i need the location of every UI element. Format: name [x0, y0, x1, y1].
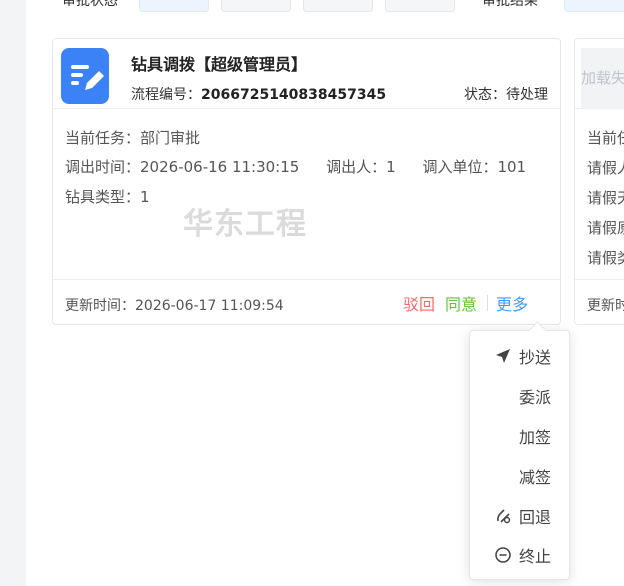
current-task-value: 部门审批 — [140, 129, 201, 147]
more-button[interactable]: 更多 — [496, 291, 528, 315]
divider — [53, 279, 560, 280]
filter-chip-all[interactable] — [139, 0, 209, 12]
minus-circle-icon — [493, 545, 513, 565]
out-person: 调出人：1 — [326, 156, 396, 177]
process-card[interactable]: 钻具调拨【超级管理员】 流程编号：2066725140838457345 状态：… — [52, 38, 561, 325]
transfer-info-row: 调出时间：2026-06-16 11:30:15 调出人：1 调入单位：101 — [65, 156, 526, 177]
watermark: 华东工程 — [183, 207, 307, 242]
action-separator — [486, 295, 488, 311]
filter-label-status: 审批状态 — [62, 0, 118, 9]
divider — [575, 108, 624, 109]
card-actions: 驳回 同意 更多 — [403, 291, 528, 315]
menu-item-label: 减签 — [518, 468, 551, 487]
card2-leave-days: 请假天数 — [587, 189, 624, 207]
agree-button[interactable]: 同意 — [445, 291, 477, 315]
out-time-label: 调出时间： — [65, 158, 141, 176]
update-time-value: 2026-06-17 11:09:54 — [135, 298, 284, 314]
flow-number: 流程编号：2066725140838457345 — [131, 84, 386, 104]
current-task-row: 当前任务：部门审批 — [65, 127, 200, 148]
process-card-2[interactable]: 加载失败 当前任务 请假人 请假天数 请假原因 请假类型 更新时间 — [574, 38, 624, 325]
send-icon — [493, 346, 513, 366]
status-value: 待处理 — [506, 87, 548, 103]
in-unit-value: 101 — [497, 158, 527, 176]
card2-leave-type: 请假类型 — [587, 249, 624, 267]
more-dropdown-menu: 抄送 委派 加签 减签 回退 终止 — [469, 330, 570, 580]
update-time-label: 更新时间： — [65, 298, 135, 314]
filter-label-result: 审批结果 — [482, 0, 538, 9]
out-person-label: 调出人： — [326, 158, 387, 176]
card2-update-time: 更新时间 — [587, 298, 624, 314]
menu-item-return[interactable]: 回退 — [493, 503, 551, 529]
menu-item-terminate[interactable]: 终止 — [493, 542, 551, 568]
menu-item-reduce-sign[interactable]: 减签 — [519, 463, 551, 489]
menu-item-label: 终止 — [518, 547, 551, 566]
edit-document-icon — [61, 48, 109, 104]
reject-button[interactable]: 驳回 — [403, 291, 435, 315]
return-icon — [493, 506, 513, 526]
in-unit: 调入单位：101 — [422, 156, 526, 177]
status-text: 状态：待处理 — [464, 84, 548, 104]
divider — [53, 108, 560, 109]
filter-chip-3[interactable] — [303, 0, 373, 12]
menu-item-label: 回退 — [518, 508, 551, 527]
status-label: 状态： — [464, 87, 506, 103]
menu-item-label: 抄送 — [518, 348, 551, 367]
filter-chip-4[interactable] — [385, 0, 455, 12]
card-title: 钻具调拨【超级管理员】 — [131, 55, 308, 74]
menu-item-label: 委派 — [518, 388, 551, 407]
filter-chip-result[interactable] — [564, 0, 624, 12]
menu-item-delegate[interactable]: 委派 — [519, 383, 551, 409]
menu-item-cc[interactable]: 抄送 — [493, 343, 551, 369]
menu-item-add-sign[interactable]: 加签 — [519, 423, 551, 449]
current-task-label: 当前任务： — [65, 129, 141, 147]
card2-current-task: 当前任务 — [587, 129, 624, 147]
out-person-value: 1 — [386, 158, 396, 176]
card2-leave-person: 请假人 — [587, 159, 624, 177]
divider — [575, 279, 624, 280]
card2-leave-reason: 请假原因 — [587, 219, 624, 237]
filter-chip-2[interactable] — [221, 0, 291, 12]
out-time-value: 2026-06-16 11:30:15 — [140, 158, 300, 176]
update-time: 更新时间：2026-06-17 11:09:54 — [65, 295, 284, 315]
flow-number-label: 流程编号： — [131, 87, 201, 103]
menu-item-label: 加签 — [518, 428, 551, 447]
in-unit-label: 调入单位： — [422, 158, 498, 176]
tool-type-label: 钻具类型： — [65, 188, 141, 206]
tool-type-value: 1 — [140, 188, 150, 206]
out-time: 调出时间：2026-06-16 11:30:15 — [65, 156, 299, 177]
flow-number-value: 2066725140838457345 — [201, 87, 387, 103]
tool-type-row: 钻具类型：1 — [65, 186, 150, 207]
image-placeholder: 加载失败 — [581, 48, 624, 108]
